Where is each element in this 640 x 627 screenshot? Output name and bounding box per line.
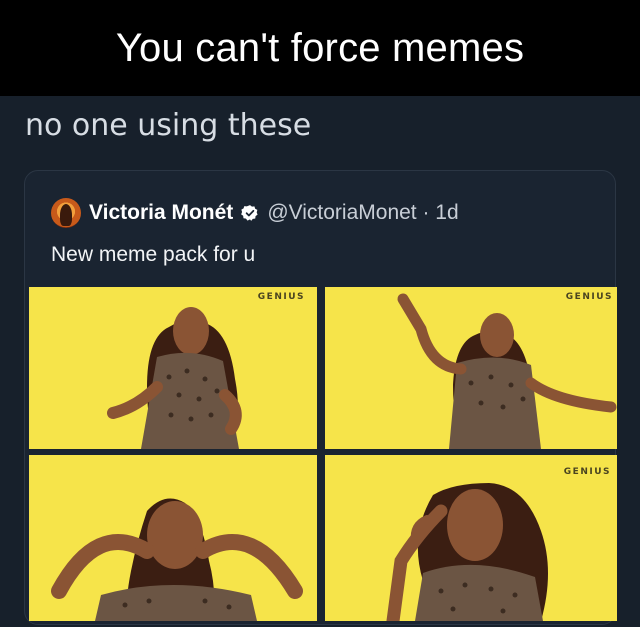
avatar[interactable] [51,198,81,228]
tweet-header: Victoria Monét @VictoriaMonet · 1d [51,198,459,228]
media-grid: GENIUS GENIUS GENIUS [29,287,617,623]
comment-text: no one using these [25,108,312,143]
watermark: GENIUS [563,467,611,477]
meme-image-2[interactable]: GENIUS [325,287,617,449]
woman-figure-1 [107,307,242,449]
display-name[interactable]: Victoria Monét [89,201,233,225]
handle-and-time[interactable]: @VictoriaMonet · 1d [267,201,458,225]
watermark: GENIUS [257,292,305,302]
woman-figure-2 [397,293,617,449]
meme-caption-bar: You can't force memes [0,0,640,96]
tweet-card[interactable]: Victoria Monét @VictoriaMonet · 1d New m… [24,170,617,625]
meme-image-3[interactable] [29,455,317,621]
woman-figure-4 [386,483,548,621]
watermark: GENIUS [565,292,613,302]
tweet-text: New meme pack for u [51,243,256,266]
verified-badge-icon [241,205,258,221]
woman-figure-3 [51,498,303,621]
meme-image-1[interactable]: GENIUS [29,287,317,449]
meme-caption: You can't force memes [115,25,525,70]
meme-image-4[interactable]: GENIUS [325,455,617,621]
